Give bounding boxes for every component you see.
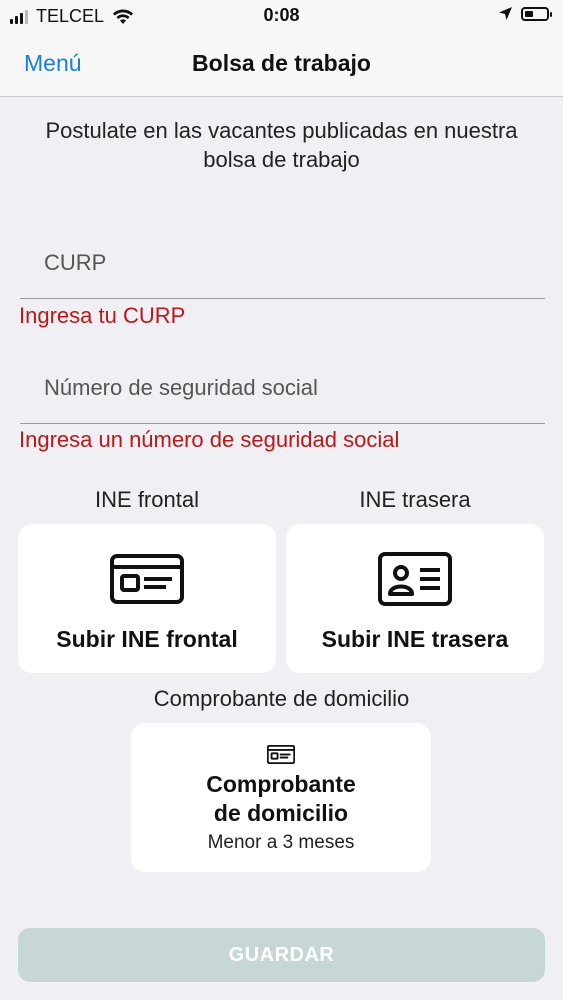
status-time: 0:08 [263,5,300,25]
navigation-bar: Menú Bolsa de trabajo [0,34,563,97]
id-card-person-icon [378,552,452,606]
location-arrow-icon [499,7,512,20]
upload-proof-of-address-button[interactable]: Comprobante de domicilio Menor a 3 meses [131,723,431,872]
upload-ine-back-button[interactable]: Subir INE trasera [286,524,544,673]
curp-error: Ingresa tu CURP [19,303,186,328]
curp-field[interactable] [20,238,545,299]
battery-icon [521,6,552,21]
ine-front-label: INE frontal [95,487,199,512]
page-title: Bolsa de trabajo [192,50,371,76]
id-card-icon [267,745,295,764]
status-bar: TELCEL 0:08 [0,0,563,34]
save-button[interactable]: GUARDAR [18,928,545,982]
ine-back-label: INE trasera [359,487,471,512]
nss-error: Ingresa un número de seguridad social [19,427,400,452]
upload-ine-back-label: Subir INE trasera [321,626,509,652]
proof-of-address-title-line1: Comprobante [206,771,356,797]
proof-of-address-title-line2: de domicilio [213,800,349,826]
upload-ine-front-label: Subir INE frontal [56,626,238,652]
id-card-icon [110,554,184,604]
curp-input[interactable] [42,242,526,284]
intro-text: Postulate en las vacantes publicadas en … [45,118,518,172]
proof-of-address-subtitle: Menor a 3 meses [207,832,355,853]
nss-field[interactable] [20,363,545,424]
proof-of-address-label: Comprobante de domicilio [153,686,410,711]
nss-input[interactable] [42,367,526,409]
upload-ine-front-button[interactable]: Subir INE frontal [18,524,276,673]
battery-level [525,10,533,17]
